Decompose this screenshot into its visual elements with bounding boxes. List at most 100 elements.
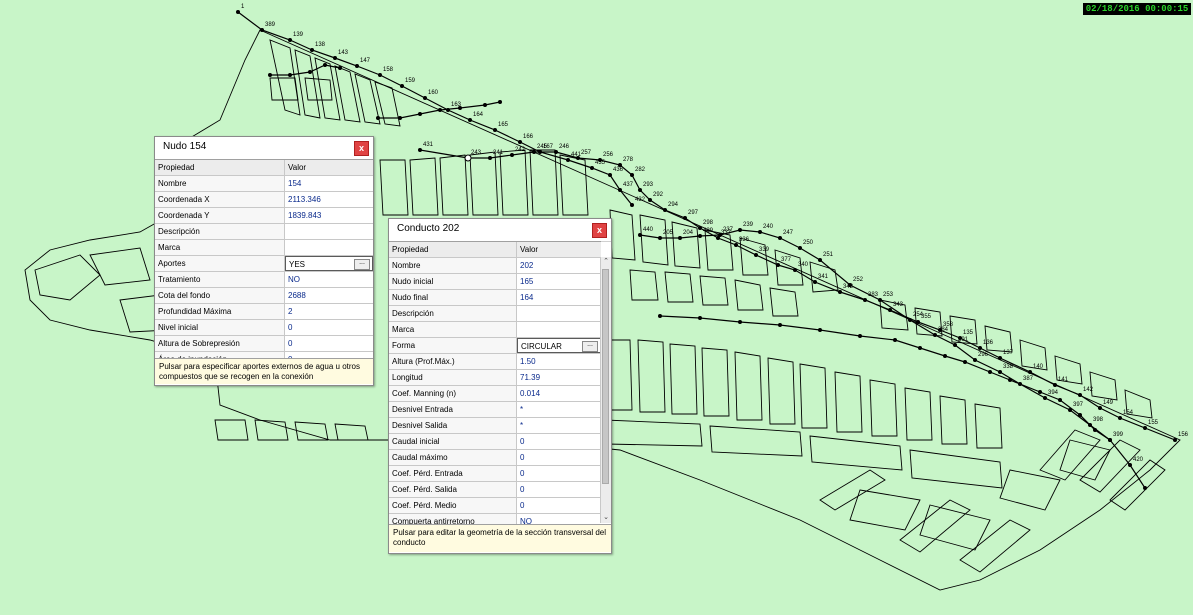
junction-node[interactable]	[818, 328, 822, 332]
property-row[interactable]: Desnivel Salida *	[389, 418, 601, 434]
junction-node[interactable]	[376, 116, 380, 120]
property-value[interactable]: NO	[285, 272, 373, 287]
junction-node[interactable]	[998, 356, 1002, 360]
property-row[interactable]: Descripción	[389, 306, 601, 322]
junction-node[interactable]	[758, 230, 762, 234]
property-value[interactable]: 0	[285, 320, 373, 335]
property-value[interactable]: 0	[517, 482, 601, 497]
junction-node[interactable]	[778, 236, 782, 240]
property-row[interactable]: Coef. Pérd. Medio 0	[389, 498, 601, 514]
property-value[interactable]: 2113.346	[285, 192, 373, 207]
property-row[interactable]: Forma CIRCULAR...	[389, 338, 601, 354]
junction-node[interactable]	[468, 118, 472, 122]
property-row[interactable]: Desnivel Entrada *	[389, 402, 601, 418]
scroll-up-icon[interactable]: ⌃	[601, 257, 611, 267]
junction-node[interactable]	[400, 84, 404, 88]
property-row[interactable]: Longitud 71.39	[389, 370, 601, 386]
property-value[interactable]: 154	[285, 176, 373, 191]
junction-node[interactable]	[323, 63, 327, 67]
junction-node[interactable]	[355, 64, 359, 68]
property-row[interactable]: Marca	[155, 240, 373, 256]
property-value[interactable]: 1839.843	[285, 208, 373, 223]
junction-node[interactable]	[1038, 390, 1042, 394]
conduit-properties-window[interactable]: Conducto 202 x Propiedad Valor Nombre 202…	[388, 218, 612, 554]
junction-node[interactable]	[818, 258, 822, 262]
junction-node[interactable]	[878, 298, 882, 302]
close-icon[interactable]: x	[354, 141, 369, 156]
property-row[interactable]: Coordenada X 2113.346	[155, 192, 373, 208]
junction-node[interactable]	[776, 263, 780, 267]
property-value[interactable]: 71.39	[517, 370, 601, 385]
junction-node[interactable]	[554, 150, 558, 154]
junction-node[interactable]	[438, 108, 442, 112]
vertical-scrollbar[interactable]: ⌃ ⌄	[600, 257, 611, 523]
property-value[interactable]: 202	[517, 258, 601, 273]
junction-node[interactable]	[1088, 423, 1092, 427]
junction-node[interactable]	[908, 318, 912, 322]
junction-node[interactable]	[493, 128, 497, 132]
node-property-grid[interactable]: Propiedad Valor Nombre 154 Coordenada X 211…	[155, 159, 373, 368]
pipe-segment[interactable]	[270, 64, 341, 76]
property-row[interactable]: Coordenada Y 1839.843	[155, 208, 373, 224]
junction-node[interactable]	[754, 253, 758, 257]
property-editor[interactable]: YES...	[285, 256, 373, 271]
property-row[interactable]: Marca	[389, 322, 601, 338]
property-row[interactable]: Descripción	[155, 224, 373, 240]
junction-node[interactable]	[943, 354, 947, 358]
property-row[interactable]: Nivel inicial 0	[155, 320, 373, 336]
junction-node[interactable]	[488, 156, 492, 160]
junction-node[interactable]	[418, 112, 422, 116]
junction-node[interactable]	[918, 346, 922, 350]
junction-node[interactable]	[1058, 398, 1062, 402]
junction-node[interactable]	[738, 228, 742, 232]
junction-node[interactable]	[338, 66, 342, 70]
conduit-window-titlebar[interactable]: Conducto 202 x	[389, 219, 611, 242]
junction-node[interactable]	[608, 173, 612, 177]
property-row[interactable]: Cota del fondo 2688	[155, 288, 373, 304]
junction-node[interactable]	[658, 314, 662, 318]
junction-node[interactable]	[418, 148, 422, 152]
property-value[interactable]	[517, 322, 601, 337]
property-value[interactable]: 0	[517, 498, 601, 513]
close-icon[interactable]: x	[592, 223, 607, 238]
junction-node[interactable]	[973, 358, 977, 362]
property-row[interactable]: Nudo final 164	[389, 290, 601, 306]
junction-node[interactable]	[630, 173, 634, 177]
property-row[interactable]: Profundidad Máxima 2	[155, 304, 373, 320]
junction-node[interactable]	[863, 298, 867, 302]
junction-node[interactable]	[288, 38, 292, 42]
junction-node[interactable]	[638, 233, 642, 237]
pipe-segment[interactable]	[639, 229, 1146, 489]
junction-node[interactable]	[518, 140, 522, 144]
junction-node[interactable]	[1143, 486, 1147, 490]
junction-node[interactable]	[838, 290, 842, 294]
junction-node[interactable]	[933, 333, 937, 337]
property-value[interactable]: 0	[517, 434, 601, 449]
junction-node[interactable]	[678, 236, 682, 240]
junction-node[interactable]	[532, 150, 536, 154]
junction-node[interactable]	[538, 150, 542, 154]
junction-node[interactable]	[1118, 416, 1122, 420]
property-value[interactable]: 165	[517, 274, 601, 289]
junction-node[interactable]	[510, 153, 514, 157]
junction-node[interactable]	[916, 320, 920, 324]
conduit-property-grid[interactable]: Propiedad Valor Nombre 202 Nudo inicial 165…	[389, 241, 601, 546]
junction-node[interactable]	[1108, 438, 1112, 442]
property-row[interactable]: Nombre 154	[155, 176, 373, 192]
property-row[interactable]: Coef. Pérd. Salida 0	[389, 482, 601, 498]
junction-node[interactable]	[1078, 393, 1082, 397]
scroll-down-icon[interactable]: ⌄	[601, 513, 611, 523]
property-value[interactable]: 0	[285, 336, 373, 351]
junction-node[interactable]	[658, 236, 662, 240]
property-value[interactable]: 2	[285, 304, 373, 319]
property-value[interactable]: 164	[517, 290, 601, 305]
junction-node[interactable]	[268, 73, 272, 77]
property-value[interactable]	[517, 306, 601, 321]
property-value[interactable]	[285, 224, 373, 239]
junction-node[interactable]	[798, 246, 802, 250]
property-value[interactable]: 1.50	[517, 354, 601, 369]
property-row[interactable]: Coef. Manning (n) 0.014	[389, 386, 601, 402]
junction-node[interactable]	[630, 203, 634, 207]
junction-node[interactable]	[698, 226, 702, 230]
junction-node[interactable]	[888, 308, 892, 312]
